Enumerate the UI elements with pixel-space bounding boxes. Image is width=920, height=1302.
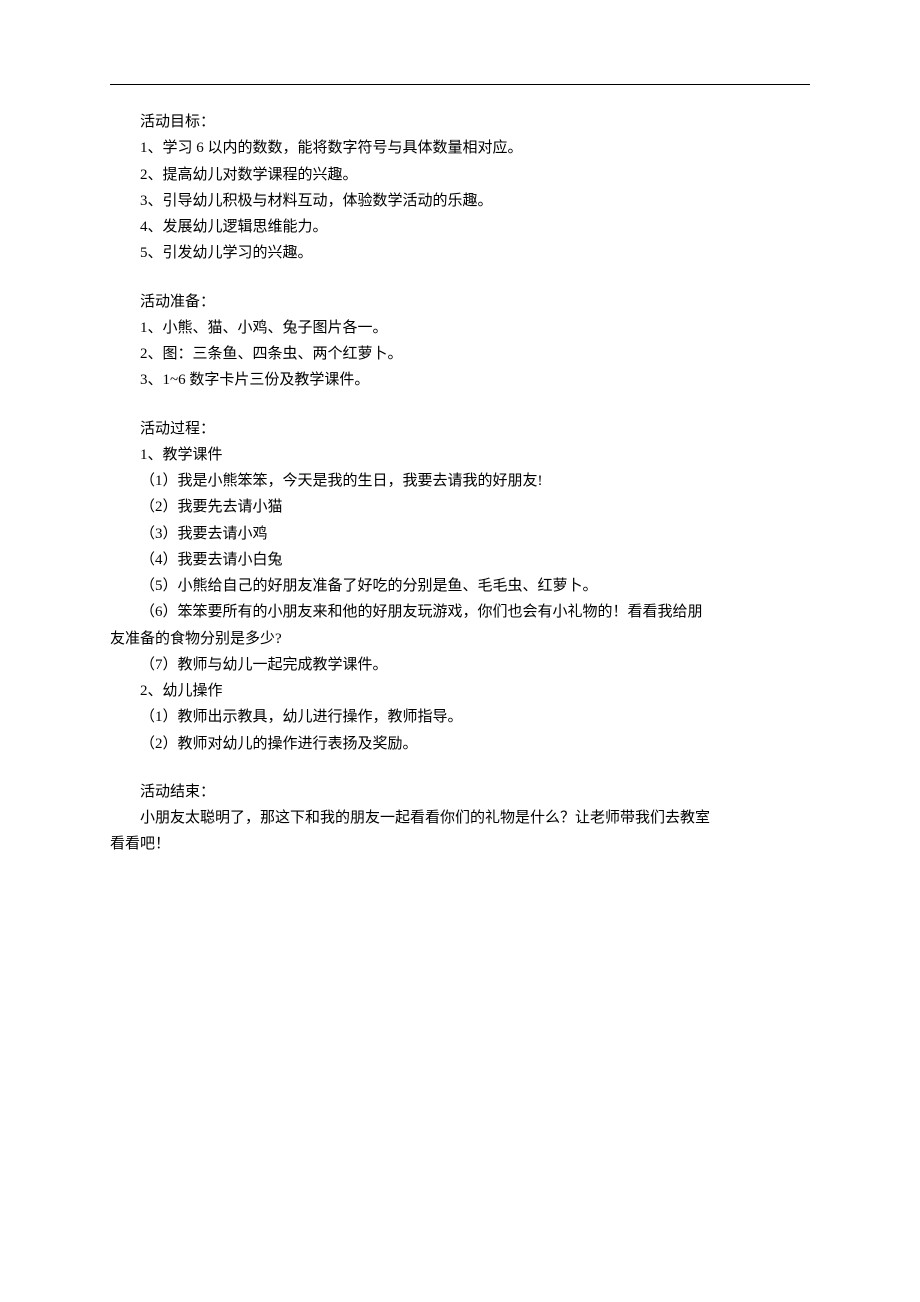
closing-text-continuation: 看看吧！ xyxy=(110,831,810,857)
goal-item: 5、引发幼儿学习的兴趣。 xyxy=(110,240,810,266)
goal-item: 3、引导幼儿积极与材料互动，体验数学活动的乐趣。 xyxy=(110,188,810,214)
prep-item: 1、小熊、猫、小鸡、兔子图片各一。 xyxy=(110,315,810,341)
process-group-title: 1、教学课件 xyxy=(110,442,810,468)
goal-item: 4、发展幼儿逻辑思维能力。 xyxy=(110,214,810,240)
section-goals: 活动目标： 1、学习 6 以内的数数，能将数字符号与具体数量相对应。 2、提高幼… xyxy=(110,109,810,267)
section-title-closing: 活动结束： xyxy=(110,779,810,805)
process-group-title: 2、幼儿操作 xyxy=(110,678,810,704)
process-sub-item: （1）我是小熊笨笨，今天是我的生日，我要去请我的好朋友! xyxy=(110,468,810,494)
process-sub-item: （5）小熊给自己的好朋友准备了好吃的分别是鱼、毛毛虫、红萝卜。 xyxy=(110,573,810,599)
section-process: 活动过程： 1、教学课件 （1）我是小熊笨笨，今天是我的生日，我要去请我的好朋友… xyxy=(110,416,810,757)
section-preparation: 活动准备： 1、小熊、猫、小鸡、兔子图片各一。 2、图：三条鱼、四条虫、两个红萝… xyxy=(110,289,810,394)
process-sub-item: （2）教师对幼儿的操作进行表扬及奖励。 xyxy=(110,731,810,757)
process-sub-item: （7）教师与幼儿一起完成教学课件。 xyxy=(110,652,810,678)
section-title-preparation: 活动准备： xyxy=(110,289,810,315)
section-title-process: 活动过程： xyxy=(110,416,810,442)
goal-item: 2、提高幼儿对数学课程的兴趣。 xyxy=(110,162,810,188)
closing-text: 小朋友太聪明了，那这下和我的朋友一起看看你们的礼物是什么？让老师带我们去教室 xyxy=(110,805,810,831)
process-sub-item: （2）我要先去请小猫 xyxy=(110,494,810,520)
process-sub-item-continuation: 友准备的食物分别是多少? xyxy=(110,626,810,652)
section-closing: 活动结束： 小朋友太聪明了，那这下和我的朋友一起看看你们的礼物是什么？让老师带我… xyxy=(110,779,810,858)
process-sub-item: （4）我要去请小白兔 xyxy=(110,547,810,573)
process-sub-item-multiline: （6）笨笨要所有的小朋友来和他的好朋友玩游戏，你们也会有小礼物的！看看我给朋 xyxy=(110,599,810,625)
process-sub-item: （1）教师出示教具，幼儿进行操作，教师指导。 xyxy=(110,704,810,730)
process-sub-item: （3）我要去请小鸡 xyxy=(110,521,810,547)
prep-item: 2、图：三条鱼、四条虫、两个红萝卜。 xyxy=(110,341,810,367)
goal-item: 1、学习 6 以内的数数，能将数字符号与具体数量相对应。 xyxy=(110,135,810,161)
prep-item: 3、1~6 数字卡片三份及教学课件。 xyxy=(110,367,810,393)
section-title-goals: 活动目标： xyxy=(110,109,810,135)
horizontal-rule xyxy=(110,84,810,85)
